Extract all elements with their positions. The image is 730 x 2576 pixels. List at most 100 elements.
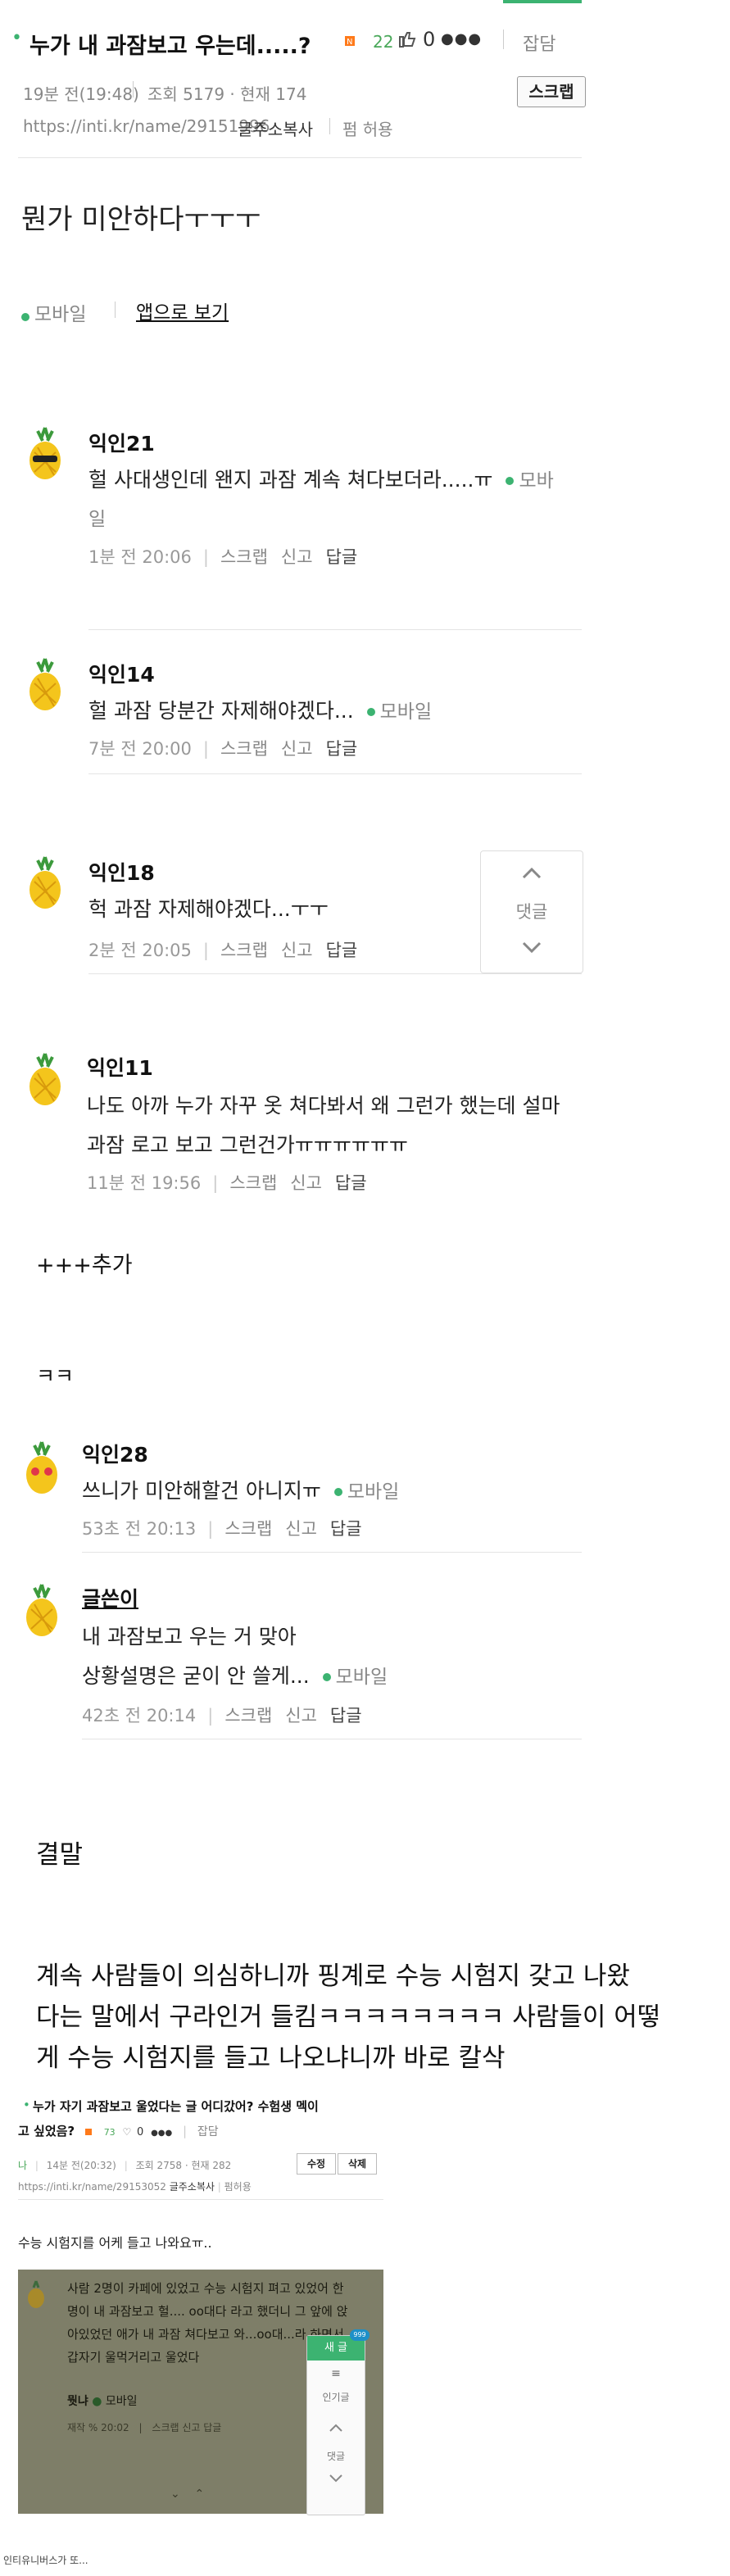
comment-scrap[interactable]: 스크랩 (224, 1706, 272, 1726)
more-menu-icon[interactable]: ●●● (441, 30, 482, 48)
float-comment-label[interactable]: 댓글 (481, 899, 583, 923)
edit-permission: 펌 허용 (342, 120, 393, 139)
nested-quote-meta: 재작 % 20:02 | 스크랩 신고 답글 (67, 2422, 222, 2433)
app-view-link[interactable]: 앱으로 보기 (136, 297, 229, 324)
ending-paragraph-line2: 다는 말에서 구라인거 들킴ㅋㅋㅋㅋㅋㅋㅋㅋ 사람들이 어떻 (36, 2002, 661, 2032)
menu-icon[interactable]: ≡ (307, 2367, 365, 2380)
mobile-dot-icon (333, 1488, 342, 1496)
comment-reply[interactable]: 답글 (326, 739, 358, 759)
pineapple-avatar-icon (20, 1439, 64, 1496)
comment-meta: 11분 전 19:56 | 스크랩 신고 답글 (87, 1173, 367, 1193)
like-icon[interactable]: ♡ (122, 2126, 131, 2138)
embedded-screenshot: • 누가 자기 과잠보고 울었다는 글 어디갔어? 수험생 멕이 고 싶었음? … (18, 2088, 385, 2515)
meta-separator (115, 302, 116, 318)
reply-count: 0 (423, 28, 436, 51)
comment-reply[interactable]: 답글 (330, 1706, 362, 1726)
comment-text: 쓰니가 미안해할건 아니지ㅠ 모바일 (82, 1479, 400, 1503)
comment-divider (88, 773, 582, 774)
meta-separator (133, 81, 134, 98)
comment-text-wrap: 과잠 로고 보고 그런건가ㅠㅠㅠㅠㅠㅠ (87, 1133, 408, 1157)
nested-title-line2: 고 싶었음? 73 ♡ 0 ●●● | 잡담 (18, 2124, 219, 2138)
title-bullet: • (23, 2098, 30, 2112)
comment-divider (82, 1552, 582, 1553)
comment-report[interactable]: 신고 (281, 941, 313, 960)
nested-quote-line: 아있었던 애가 내 과잠 쳐다보고 와...oo대...라 하면서 (67, 2327, 344, 2342)
chevron-down-icon[interactable] (327, 2472, 345, 2485)
comment-divider (88, 973, 582, 974)
ending-paragraph-line1: 계속 사람들이 의심하니까 핑계로 수능 시험지 갖고 나왔 (36, 1961, 630, 1991)
popular-label[interactable]: 인기글 (307, 2390, 365, 2404)
comment-author: 익인14 (88, 663, 155, 687)
comment-divider (88, 629, 582, 630)
more-menu-icon[interactable]: ●●● (151, 2129, 172, 2138)
nested-body: 수능 시험지를 어케 들고 나와요ㅠ.. (18, 2235, 212, 2251)
comment-reply[interactable]: 답글 (326, 547, 358, 567)
chevron-down-icon[interactable] (517, 938, 546, 958)
comment-scrap[interactable]: 스크랩 (220, 941, 268, 960)
nested-divider (18, 2199, 383, 2200)
comment-reply[interactable]: 답글 (335, 1173, 367, 1193)
nested-delete-button[interactable]: 삭제 (338, 2153, 377, 2175)
comment-meta: 42초 전 20:14 | 스크랩 신고 답글 (82, 1706, 362, 1726)
comment-meta: 53초 전 20:13 | 스크랩 신고 답글 (82, 1519, 362, 1539)
laugh-text: ㅋㅋ (36, 1364, 75, 1388)
nested-meta: 나 | 14분 전(20:32) | 조회 2758 · 현재 282 (18, 2160, 232, 2171)
nested-quote-line: 사람 2명이 카페에 있었고 수능 시험지 펴고 있었어 한 (67, 2281, 344, 2296)
comment-scrap[interactable]: 스크랩 (220, 739, 268, 759)
comment-meta: 7분 전 20:00 | 스크랩 신고 답글 (88, 739, 358, 759)
comment-meta: 2분 전 20:05 | 스크랩 신고 답글 (88, 941, 358, 960)
comment-scrap[interactable]: 스크랩 (220, 547, 268, 567)
comment-author: 익인11 (87, 1056, 153, 1080)
comment-author: 익인21 (88, 432, 155, 456)
comment-text: 헐 과잠 당분간 자제해야겠다... 모바일 (88, 699, 433, 723)
comment-text: 상황설명은 굳이 안 쓸게... 모바일 (82, 1664, 388, 1688)
comment-label[interactable]: 댓글 (307, 2449, 365, 2463)
nested-quote-chevrons: ⌄ ⌃ (170, 2488, 205, 2501)
chevron-up-icon[interactable] (517, 863, 546, 882)
hot-icon (84, 2129, 92, 2135)
like-icon[interactable] (396, 28, 417, 49)
post-views: 조회 5179 · 현재 174 (147, 84, 307, 104)
comment-reply[interactable]: 답글 (330, 1519, 362, 1539)
mobile-dot-icon (322, 1673, 331, 1681)
footer-text: 인티유니버스가 또... (3, 2555, 88, 2566)
ending-paragraph-line3: 게 수능 시험지를 들고 나오냐니까 바로 칼삭 (36, 2043, 506, 2073)
chevron-up-icon[interactable] (327, 2421, 345, 2434)
comment-report[interactable]: 신고 (285, 1706, 317, 1726)
nested-quote-line: 갑자기 울먹거리고 울었다 (67, 2350, 200, 2365)
comment-report[interactable]: 신고 (285, 1519, 317, 1539)
pineapple-avatar-icon (25, 2279, 48, 2309)
comment-scrap[interactable]: 스크랩 (224, 1519, 272, 1539)
category-label[interactable]: 잡담 (523, 29, 555, 56)
header-divider (18, 157, 582, 158)
ending-label: 결말 (36, 1840, 84, 1870)
comment-meta: 1분 전 20:06 | 스크랩 신고 답글 (88, 547, 358, 567)
pineapple-avatar-icon (23, 1050, 67, 1108)
top-accent-bar (503, 0, 582, 3)
hot-icon: N (344, 34, 356, 47)
post-time: 19분 전(19:48) (23, 84, 139, 104)
nested-quote-user: 뭣냐 ● 모바일 (67, 2395, 138, 2408)
post-body: 뭔가 미안하다ㅜㅜㅜ (21, 203, 261, 236)
pineapple-avatar-icon (20, 1581, 64, 1639)
pineapple-avatar-icon (23, 655, 67, 713)
comment-report[interactable]: 신고 (281, 739, 313, 759)
comment-text: 헐 사대생인데 왠지 과잠 계속 쳐다보더라.....ㅠ 모바 (88, 468, 554, 492)
nested-float-panel: 새 글 999 ≡ 인기글 댓글 (306, 2329, 370, 2515)
mobile-dot-icon (366, 708, 375, 716)
comment-text-wrap: 일 (88, 509, 107, 530)
comment-report[interactable]: 신고 (281, 547, 313, 567)
post-url[interactable]: https://inti.kr/name/29151996 (23, 116, 270, 136)
comment-text: 내 과잠보고 우는 거 맞아 (82, 1625, 297, 1649)
mobile-badge: 모바일 (21, 298, 86, 326)
divider-bar (503, 29, 504, 49)
post-title: 누가 내 과잠보고 우는데.....? (29, 34, 311, 59)
nested-edit-button[interactable]: 수정 (297, 2153, 336, 2175)
added-section-label: +++추가 (36, 1253, 133, 1278)
copy-address-link[interactable]: 글주소복사 (238, 116, 313, 140)
scrap-button[interactable]: 스크랩 (517, 76, 586, 107)
comment-scrap[interactable]: 스크랩 (229, 1173, 277, 1193)
comment-report[interactable]: 신고 (290, 1173, 322, 1193)
comment-reply[interactable]: 답글 (326, 941, 358, 960)
nested-title: 누가 자기 과잠보고 울었다는 글 어디갔어? 수험생 멕이 (33, 2099, 319, 2114)
